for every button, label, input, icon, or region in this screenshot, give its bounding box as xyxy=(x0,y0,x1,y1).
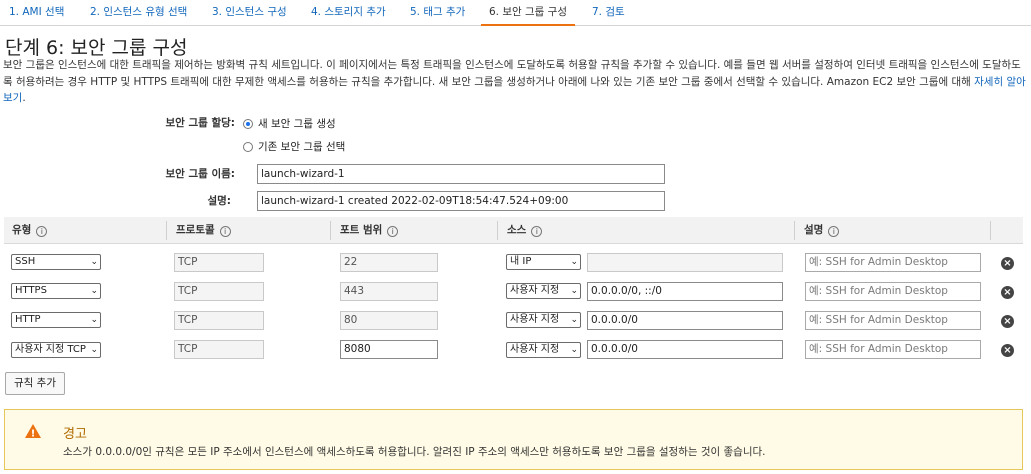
header-separator xyxy=(166,221,167,240)
warning-icon-glyph: ! xyxy=(31,428,36,438)
radio-existing-label: 기존 보안 그룹 선택 xyxy=(258,141,346,153)
assign-security-group-label: 보안 그룹 할당: xyxy=(165,117,235,129)
header-description: 설명 i xyxy=(804,217,840,244)
warning-icon: ! xyxy=(25,424,41,438)
chevron-down-icon: ⌄ xyxy=(90,315,98,325)
chevron-down-icon: ⌄ xyxy=(90,257,98,267)
rule-type-value: HTTPS xyxy=(15,285,47,296)
header-protocol: 프로토콜 i xyxy=(176,217,231,244)
rule-description-input[interactable]: 예: SSH for Admin Desktop xyxy=(805,282,981,301)
rule-description-input[interactable]: 예: SSH for Admin Desktop xyxy=(805,311,981,330)
warning-alert: ! 경고 소스가 0.0.0.0/0인 규칙은 모든 IP 주소에서 인스턴스에… xyxy=(4,409,1023,470)
rule-source-cidr-input[interactable]: 0.0.0.0/0 xyxy=(587,340,783,359)
rule-description-input[interactable]: 예: SSH for Admin Desktop xyxy=(805,340,981,359)
header-source: 소스 i xyxy=(507,217,543,244)
remove-rule-icon[interactable]: × xyxy=(1001,344,1014,357)
info-icon[interactable]: i xyxy=(36,226,48,237)
page-description: 보안 그룹은 인스턴스에 대한 트래픽을 제어하는 방화벽 규칙 세트입니다. … xyxy=(3,57,1027,107)
security-group-name-label: 보안 그룹 이름: xyxy=(165,168,235,180)
rule-protocol-field: TCP xyxy=(174,340,264,359)
chevron-down-icon: ⌄ xyxy=(90,286,98,296)
chevron-down-icon: ⌄ xyxy=(570,286,578,296)
radio-checked-icon[interactable] xyxy=(243,118,253,129)
rule-type-select[interactable]: HTTPS ⌄ xyxy=(11,283,101,299)
header-source-label: 소스 xyxy=(507,224,527,236)
header-separator xyxy=(330,221,331,240)
header-separator xyxy=(497,221,498,240)
rule-source-cidr-input[interactable]: 0.0.0.0/0 xyxy=(587,311,783,330)
tab-add-tags[interactable]: 5. 태그 추가 xyxy=(410,0,465,26)
rule-type-value: HTTP xyxy=(15,314,41,325)
header-port-range: 포트 범위 i xyxy=(340,217,399,244)
rule-type-select[interactable]: HTTP ⌄ xyxy=(11,312,101,328)
rule-source-cidr-input[interactable]: 0.0.0.0/0, ::/0 xyxy=(587,282,783,301)
rule-type-value: 사용자 지정 TCP xyxy=(15,344,86,355)
security-group-name-input[interactable]: launch-wizard-1 xyxy=(257,164,665,184)
rule-source-select[interactable]: 사용자 지정 ⌄ xyxy=(506,342,581,358)
rule-source-select-value: 사용자 지정 xyxy=(510,285,560,296)
wizard-tabs: 1. AMI 선택 2. 인스턴스 유형 선택 3. 인스턴스 구성 4. 스토… xyxy=(0,0,1031,26)
rule-port-input[interactable]: 8080 xyxy=(340,340,438,359)
header-separator xyxy=(794,221,795,240)
header-type: 유형 i xyxy=(12,217,48,244)
rule-type-select[interactable]: 사용자 지정 TCP ⌄ xyxy=(11,342,101,358)
rule-type-select[interactable]: SSH ⌄ xyxy=(11,254,101,270)
header-separator xyxy=(990,221,991,240)
rule-source-select[interactable]: 사용자 지정 ⌄ xyxy=(506,283,581,299)
rule-port-field: 443 xyxy=(340,282,438,301)
rule-protocol-field: TCP xyxy=(174,282,264,301)
remove-rule-icon[interactable]: × xyxy=(1001,257,1014,270)
chevron-down-icon: ⌄ xyxy=(90,345,98,355)
page-title-text: 보안 그룹 구성 xyxy=(70,37,188,59)
radio-existing-security-group[interactable]: 기존 보안 그룹 선택 xyxy=(243,139,345,154)
info-icon[interactable]: i xyxy=(828,226,840,237)
header-port-range-label: 포트 범위 xyxy=(340,224,383,236)
rule-source-select-value: 내 IP xyxy=(510,256,532,267)
rules-table-header: 유형 i 프로토콜 i 포트 범위 i 소스 i 설명 i xyxy=(4,217,1023,244)
tab-instance-type[interactable]: 2. 인스턴스 유형 선택 xyxy=(90,0,187,26)
rule-source-select[interactable]: 사용자 지정 ⌄ xyxy=(506,312,581,328)
rule-port-field: 22 xyxy=(340,253,438,272)
tab-review[interactable]: 7. 검토 xyxy=(592,0,625,26)
rule-type-value: SSH xyxy=(15,256,36,267)
chevron-down-icon: ⌄ xyxy=(570,257,578,267)
radio-new-label: 새 보안 그룹 생성 xyxy=(258,118,336,130)
warning-title: 경고 xyxy=(63,427,87,442)
rule-port-field: 80 xyxy=(340,311,438,330)
add-rule-button[interactable]: 규칙 추가 xyxy=(5,372,65,395)
header-type-label: 유형 xyxy=(12,224,32,236)
description-text: 보안 그룹은 인스턴스에 대한 트래픽을 제어하는 방화벽 규칙 세트입니다. … xyxy=(3,59,1021,88)
chevron-down-icon: ⌄ xyxy=(570,315,578,325)
tab-security-group[interactable]: 6. 보안 그룹 구성 xyxy=(481,0,575,26)
chevron-down-icon: ⌄ xyxy=(570,345,578,355)
radio-unchecked-icon[interactable] xyxy=(243,141,253,152)
warning-message: 소스가 0.0.0.0/0인 규칙은 모든 IP 주소에서 인스턴스에 액세스하… xyxy=(63,446,766,458)
page-title: 단계 6: 보안 그룹 구성 xyxy=(5,33,188,60)
radio-new-security-group[interactable]: 새 보안 그룹 생성 xyxy=(243,116,336,131)
rule-source-cidr-input[interactable] xyxy=(587,253,783,272)
remove-rule-icon[interactable]: × xyxy=(1001,315,1014,328)
description-end: . xyxy=(22,92,26,104)
rule-protocol-field: TCP xyxy=(174,311,264,330)
rule-source-select[interactable]: 내 IP ⌄ xyxy=(506,254,581,270)
tab-ami-select[interactable]: 1. AMI 선택 xyxy=(9,0,64,26)
tab-add-storage[interactable]: 4. 스토리지 추가 xyxy=(311,0,386,26)
rule-description-input[interactable]: 예: SSH for Admin Desktop xyxy=(805,253,981,272)
header-description-label: 설명 xyxy=(804,224,824,236)
info-icon[interactable]: i xyxy=(531,226,543,237)
security-group-description-label: 설명: xyxy=(207,195,231,207)
tab-instance-config[interactable]: 3. 인스턴스 구성 xyxy=(212,0,287,26)
info-icon[interactable]: i xyxy=(219,226,231,237)
remove-rule-icon[interactable]: × xyxy=(1001,286,1014,299)
rule-source-select-value: 사용자 지정 xyxy=(510,344,560,355)
info-icon[interactable]: i xyxy=(387,226,399,237)
rule-protocol-field: TCP xyxy=(174,253,264,272)
header-protocol-label: 프로토콜 xyxy=(176,224,215,236)
rule-source-select-value: 사용자 지정 xyxy=(510,314,560,325)
security-group-description-input[interactable]: launch-wizard-1 created 2022-02-09T18:54… xyxy=(257,191,665,211)
step-label: 단계 6: xyxy=(5,37,65,59)
